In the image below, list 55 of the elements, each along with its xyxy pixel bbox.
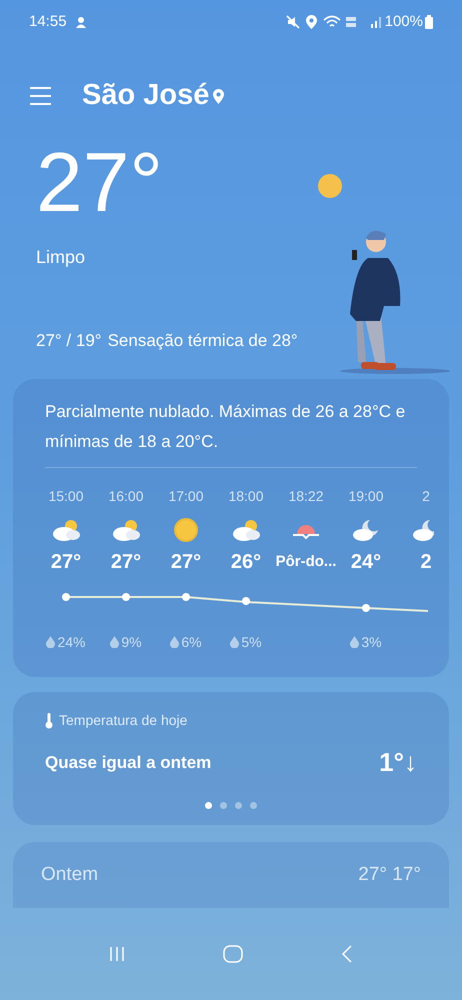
precipitation-chance: 5% — [241, 632, 262, 651]
comparison-message: Quase igual a ontem — [45, 752, 212, 774]
moon-cloud-icon — [412, 518, 434, 542]
today-temperature-card[interactable]: Temperatura de hoje Quase igual a ontem 1°↓ — [13, 692, 449, 825]
temperature-difference: 1°↓ — [379, 746, 417, 779]
battery-percent: 100% — [384, 12, 423, 32]
status-time: 14:55 — [29, 12, 67, 32]
partly-cloudy-icon — [231, 518, 261, 542]
signal-icon — [370, 16, 381, 28]
card-label: Temperatura de hoje — [59, 711, 188, 730]
recent-apps-icon[interactable] — [109, 946, 125, 962]
hour-temperature: 27° — [50, 551, 82, 573]
wifi-icon — [322, 15, 341, 29]
hour-temperature: 26° — [230, 551, 262, 573]
weather-condition: Limpo — [36, 246, 86, 269]
yesterday-label: Ontem — [41, 862, 98, 887]
hour-temperature: 2 — [420, 551, 432, 573]
hour-temperature: 27° — [170, 551, 202, 573]
hour-temperature: Pôr-do... — [276, 552, 336, 572]
precipitation-chance: 24% — [57, 632, 86, 651]
sun-icon — [173, 517, 199, 543]
feels-like: Sensação térmica de 28° — [108, 330, 298, 352]
drop-icon — [170, 636, 180, 648]
location-pin-icon — [213, 88, 224, 104]
thermometer-icon — [45, 712, 53, 728]
high-low-temperature: 27° / 19° — [36, 330, 102, 352]
drop-icon — [110, 636, 120, 648]
yesterday-temperatures: 27° 17° — [358, 862, 421, 887]
back-icon[interactable] — [341, 945, 353, 963]
hour-time: 16:00 — [108, 487, 144, 506]
current-temperature: 27° — [36, 140, 164, 224]
hour-time: 15:00 — [48, 487, 84, 506]
hour-time: 2 — [422, 487, 430, 506]
precipitation-chance: 6% — [181, 632, 202, 651]
hour-time: 19:00 — [348, 487, 384, 506]
city-name: São José — [82, 78, 210, 114]
partly-cloudy-icon — [111, 518, 141, 542]
hour-temperature: 24° — [350, 551, 382, 573]
forecast-summary: Parcialmente nublado. Máximas de 26 a 28°C e mínimas de 18 a 20°C. — [45, 401, 406, 453]
hour-time: 18:00 — [228, 487, 264, 506]
drop-icon — [46, 636, 56, 648]
hour-time: 17:00 — [168, 487, 204, 506]
location-icon — [306, 15, 317, 29]
partly-cloudy-icon — [51, 518, 81, 542]
mute-icon — [286, 15, 300, 29]
hour-temperature: 27° — [110, 551, 142, 573]
battery-icon — [425, 15, 433, 29]
precipitation-chance: 9% — [121, 632, 142, 651]
drop-icon — [230, 636, 240, 648]
drop-icon — [350, 636, 360, 648]
menu-button[interactable] — [30, 84, 54, 108]
hour-time: 18:22 — [288, 487, 324, 506]
home-icon[interactable] — [223, 945, 243, 963]
precipitation-chance: 3% — [361, 632, 382, 651]
moon-cloud-icon — [352, 518, 380, 542]
